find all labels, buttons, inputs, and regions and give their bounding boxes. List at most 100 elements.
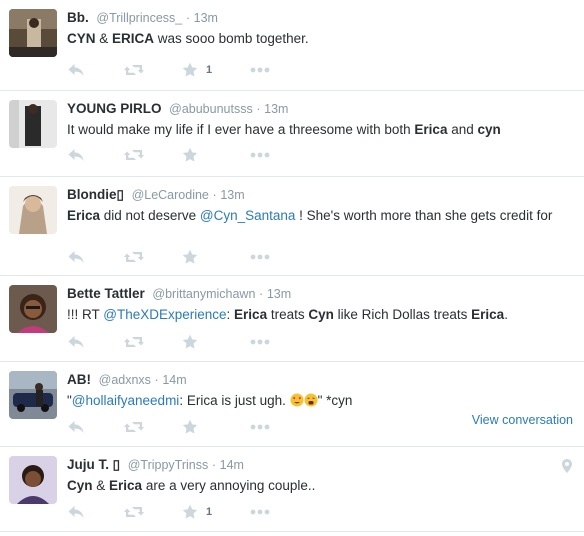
- reply-icon[interactable]: [67, 147, 85, 163]
- mention-link[interactable]: @TheXDExperience: [103, 307, 226, 322]
- reply-icon[interactable]: [67, 62, 85, 78]
- mention-link[interactable]: @hollaifyaneedmi: [72, 393, 180, 408]
- user-handle[interactable]: @LeCarodine: [132, 188, 209, 202]
- more-icon[interactable]: [250, 249, 270, 265]
- text-keyword: cyn: [477, 122, 501, 137]
- tweet-actions: 1: [67, 504, 307, 520]
- tweet-item[interactable]: Blondie▯ @LeCarodine · 13m Erica did not…: [0, 177, 584, 276]
- star-icon: [182, 62, 198, 78]
- user-handle[interactable]: @TrippyTrinss: [128, 458, 209, 472]
- separator: ·: [154, 373, 159, 387]
- separator: ·: [256, 102, 261, 116]
- tweet-item[interactable]: YOUNG PIRLO @abubunutsss · 13m It would …: [0, 91, 584, 177]
- retweet-icon[interactable]: [123, 419, 145, 435]
- text-segment: !!! RT: [67, 307, 104, 322]
- reply-icon[interactable]: [67, 419, 85, 435]
- reply-icon[interactable]: [67, 504, 85, 520]
- tweet-header: AB! @adxnxs · 14m: [67, 370, 574, 389]
- tweet-item[interactable]: Bette Tattler @brittanymichawn · 13m !!!…: [0, 276, 584, 362]
- more-icon[interactable]: [250, 419, 270, 435]
- user-fullname[interactable]: AB!: [67, 372, 91, 387]
- user-handle[interactable]: @abubunutsss: [169, 102, 253, 116]
- reply-icon[interactable]: [67, 334, 85, 350]
- user-fullname[interactable]: Bb.: [67, 10, 89, 25]
- user-fullname[interactable]: Bette Tattler: [67, 286, 145, 301]
- timestamp[interactable]: 13m: [194, 11, 218, 25]
- more-icon[interactable]: [250, 147, 270, 163]
- more-icon[interactable]: [250, 334, 270, 350]
- text-segment: It would make my life if I ever have a t…: [67, 122, 415, 137]
- text-segment: are a very annoying couple..: [142, 478, 316, 493]
- name-glyph: ▯: [112, 457, 121, 472]
- text-segment: ! She's worth more than she gets credit …: [295, 208, 553, 223]
- favorite-button[interactable]: 1: [182, 504, 212, 520]
- more-icon[interactable]: [250, 504, 270, 520]
- tweet-text: CYN & ERICA was sooo bomb together.: [67, 30, 574, 48]
- user-handle[interactable]: @brittanymichawn: [152, 287, 255, 301]
- tweet-header: Bb. @Trillprincess_ · 13m: [67, 8, 574, 27]
- retweet-icon[interactable]: [123, 334, 145, 350]
- tweet-item[interactable]: AB! @adxnxs · 14m "@hollaifyaneedmi: Eri…: [0, 362, 584, 447]
- tweet-actions: [67, 249, 307, 265]
- tweet-item[interactable]: Juju T. ▯ @TrippyTrinss · 14m Cyn & Eric…: [0, 447, 584, 532]
- text-segment: and: [447, 122, 478, 137]
- user-handle[interactable]: @adxnxs: [99, 373, 151, 387]
- tweet-text: "@hollaifyaneedmi: Erica is just ugh. " …: [67, 392, 574, 410]
- retweet-icon[interactable]: [123, 504, 145, 520]
- favorite-button[interactable]: [182, 249, 206, 265]
- text-keyword: Erica: [67, 208, 101, 223]
- favorite-button[interactable]: 1: [182, 62, 212, 78]
- tweet-actions: [67, 419, 307, 435]
- timestamp[interactable]: 14m: [162, 373, 186, 387]
- user-handle[interactable]: @Trillprincess_: [96, 11, 182, 25]
- star-icon: [182, 419, 198, 435]
- avatar[interactable]: [9, 9, 57, 57]
- star-icon: [182, 504, 198, 520]
- text-segment: &: [95, 31, 113, 46]
- text-keyword: Erica: [109, 478, 143, 493]
- timestamp[interactable]: 13m: [220, 188, 244, 202]
- separator: ·: [259, 287, 264, 301]
- retweet-icon[interactable]: [123, 249, 145, 265]
- timestamp[interactable]: 14m: [220, 458, 244, 472]
- mention-link[interactable]: @Cyn_Santana: [200, 208, 296, 223]
- text-segment: like Rich Dollas treats: [333, 307, 472, 322]
- retweet-icon[interactable]: [123, 62, 145, 78]
- text-segment: : Erica is just ugh.: [179, 393, 290, 408]
- text-segment: :: [226, 307, 235, 322]
- tweet-header: Bette Tattler @brittanymichawn · 13m: [67, 284, 574, 303]
- avatar[interactable]: [9, 371, 57, 419]
- heart-eyes-emoji: [290, 393, 304, 407]
- text-keyword: Erica: [414, 122, 448, 137]
- tweet-actions: [67, 147, 307, 163]
- tweet-text: It would make my life if I ever have a t…: [67, 121, 574, 139]
- text-keyword: CYN: [67, 31, 96, 46]
- timestamp[interactable]: 13m: [267, 287, 291, 301]
- favorite-count: 1: [206, 506, 213, 518]
- text-segment: was sooo bomb together.: [154, 31, 309, 46]
- avatar[interactable]: [9, 100, 57, 148]
- view-conversation-link[interactable]: View conversation: [472, 413, 573, 427]
- text-keyword: Erica: [471, 307, 505, 322]
- more-icon[interactable]: [250, 62, 270, 78]
- tweet-actions: 1: [67, 62, 307, 78]
- text-segment: .: [504, 307, 508, 322]
- favorite-button[interactable]: [182, 147, 206, 163]
- avatar[interactable]: [9, 285, 57, 333]
- retweet-icon[interactable]: [123, 147, 145, 163]
- avatar[interactable]: [9, 186, 57, 234]
- user-fullname[interactable]: Juju T.: [67, 457, 109, 472]
- user-fullname[interactable]: Blondie: [67, 187, 117, 202]
- reply-icon[interactable]: [67, 249, 85, 265]
- text-keyword: ERICA: [112, 31, 155, 46]
- favorite-button[interactable]: [182, 334, 206, 350]
- text-segment: treats: [267, 307, 309, 322]
- avatar[interactable]: [9, 456, 57, 504]
- timestamp[interactable]: 13m: [264, 102, 288, 116]
- user-fullname[interactable]: YOUNG PIRLO: [67, 101, 162, 116]
- favorite-button[interactable]: [182, 419, 206, 435]
- tweet-text: Cyn & Erica are a very annoying couple..: [67, 477, 574, 495]
- text-keyword: Cyn: [67, 478, 93, 493]
- tweet-text: Erica did not deserve @Cyn_Santana ! She…: [67, 207, 574, 225]
- tweet-item[interactable]: Bb. @Trillprincess_ · 13m CYN & ERICA wa…: [0, 0, 584, 91]
